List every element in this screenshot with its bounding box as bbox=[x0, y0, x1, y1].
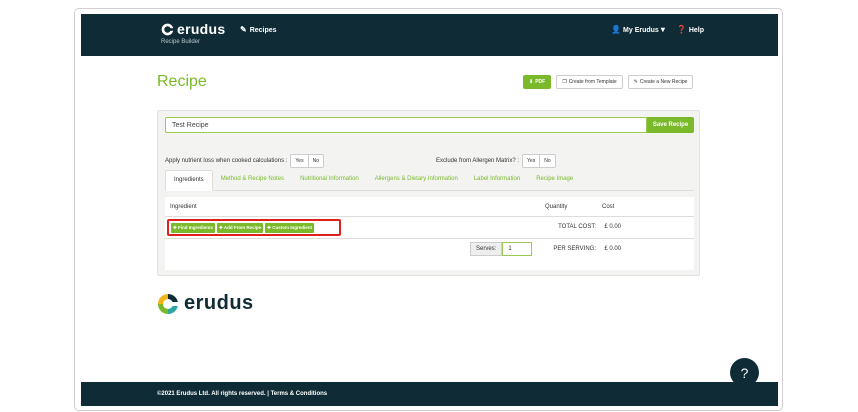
serves-input[interactable]: 1 bbox=[502, 242, 533, 256]
tab-recipe-image[interactable]: Recipe Image bbox=[528, 170, 581, 190]
nutrient-loss-toggle: Yes No bbox=[290, 154, 324, 168]
col-cost: Cost bbox=[602, 204, 615, 210]
nutrient-loss-option: Apply nutrient loss when cooked calculat… bbox=[165, 154, 324, 168]
nutrient-yes-button[interactable]: Yes bbox=[291, 155, 307, 167]
erudus-logo-icon bbox=[161, 23, 174, 36]
footer-brand-name: erudus bbox=[184, 292, 254, 314]
my-account-menu[interactable]: 👤 My Erudus ▾ bbox=[611, 26, 665, 34]
recipe-tabs: Ingredients Method & Recipe Notes Nutrit… bbox=[165, 170, 694, 191]
recipe-name-row: Test Recipe Save Recipe bbox=[165, 117, 694, 133]
per-serving-label: PER SERVING: bbox=[553, 246, 596, 252]
add-ingredient-buttons: ✚ Find Ingredients ✚ Add From Recipe ✚ C… bbox=[167, 219, 341, 236]
add-from-recipe-button[interactable]: ✚ Add From Recipe bbox=[217, 222, 264, 233]
ingredients-table: Ingredient Quantity Cost ✚ Find Ingredie… bbox=[165, 197, 694, 270]
save-recipe-button[interactable]: Save Recipe bbox=[647, 117, 694, 133]
allergen-exclude-label: Exclude from Allergen Matrix? : bbox=[436, 158, 520, 164]
col-ingredient: Ingredient bbox=[170, 204, 197, 210]
col-quantity: Quantity bbox=[545, 204, 568, 210]
divider bbox=[165, 238, 694, 239]
create-new-recipe-label: Create a New Recipe bbox=[639, 79, 688, 85]
tab-label-info[interactable]: Label Information bbox=[466, 170, 528, 190]
top-navbar: erudus Recipe Builder ✎ Recipes 👤 My Eru… bbox=[81, 14, 778, 56]
find-ingredients-button[interactable]: ✚ Find Ingredients bbox=[171, 222, 216, 233]
pdf-label: PDF bbox=[535, 79, 546, 85]
footer-logo: erudus bbox=[157, 292, 254, 315]
nav-recipes-label: Recipes bbox=[249, 26, 277, 34]
total-cost-label: TOTAL COST: bbox=[558, 224, 596, 230]
find-ingredients-label: Find Ingredients bbox=[178, 224, 214, 230]
allergen-no-button[interactable]: No bbox=[539, 155, 554, 167]
nutrient-loss-label: Apply nutrient loss when cooked calculat… bbox=[165, 158, 288, 164]
pdf-button[interactable]: ⬇ PDF bbox=[523, 75, 552, 89]
nutrient-no-button[interactable]: No bbox=[307, 155, 323, 167]
copyright-text[interactable]: ©2021 Erudus Ltd. All rights reserved. |… bbox=[157, 391, 327, 397]
create-from-template-button[interactable]: ❐ Create from Template bbox=[556, 75, 623, 89]
total-cost-value: £ 0.00 bbox=[604, 224, 621, 230]
brand-name[interactable]: erudus bbox=[177, 21, 225, 37]
custom-ingredient-label: Custom Ingredient bbox=[272, 224, 312, 230]
bottom-footer: ©2021 Erudus Ltd. All rights reserved. |… bbox=[81, 382, 778, 406]
allergen-yes-button[interactable]: Yes bbox=[523, 155, 539, 167]
per-serving-value: £ 0.00 bbox=[604, 246, 621, 252]
serves-label: Serves: bbox=[470, 242, 503, 256]
allergen-exclude-option: Exclude from Allergen Matrix? : Yes No bbox=[436, 154, 556, 168]
add-from-recipe-label: Add From Recipe bbox=[223, 224, 262, 230]
edit-icon: ✎ bbox=[633, 79, 638, 85]
recipe-name-input[interactable]: Test Recipe bbox=[165, 117, 647, 133]
user-icon: 👤 bbox=[611, 25, 622, 34]
tab-allergens[interactable]: Allergens & Dietary Information bbox=[367, 170, 466, 190]
help-label: Help bbox=[688, 26, 704, 34]
erudus-logo-mark-icon bbox=[158, 293, 178, 314]
recipe-card: Test Recipe Save Recipe Apply nutrient l… bbox=[157, 110, 700, 276]
caret-down-icon: ▾ bbox=[660, 25, 665, 34]
edit-icon: ✎ bbox=[240, 25, 247, 34]
copy-icon: ❐ bbox=[562, 79, 567, 85]
tab-nutritional[interactable]: Nutritional Information bbox=[292, 170, 367, 190]
download-icon: ⬇ bbox=[529, 79, 534, 85]
serves-field: Serves: 1 bbox=[470, 242, 533, 256]
allergen-exclude-toggle: Yes No bbox=[522, 154, 556, 168]
page-title: Recipe bbox=[157, 73, 207, 90]
create-new-recipe-button[interactable]: ✎ Create a New Recipe bbox=[627, 75, 694, 89]
custom-ingredient-button[interactable]: ✚ Custom Ingredient bbox=[265, 222, 314, 233]
brand-subtitle: Recipe Builder bbox=[161, 39, 201, 45]
browser-frame: erudus Recipe Builder ✎ Recipes 👤 My Eru… bbox=[74, 8, 783, 411]
help-link[interactable]: ❓ Help bbox=[677, 26, 704, 34]
nav-recipes-link[interactable]: ✎ Recipes bbox=[240, 26, 277, 34]
create-from-template-label: Create from Template bbox=[568, 79, 617, 85]
tab-ingredients[interactable]: Ingredients bbox=[165, 170, 213, 191]
question-circle-icon: ❓ bbox=[676, 25, 687, 34]
divider bbox=[165, 216, 694, 217]
my-account-label: My Erudus bbox=[623, 26, 659, 34]
page-actions: ⬇ PDF ❐ Create from Template ✎ Create a … bbox=[523, 75, 694, 89]
tab-method[interactable]: Method & Recipe Notes bbox=[213, 170, 292, 190]
